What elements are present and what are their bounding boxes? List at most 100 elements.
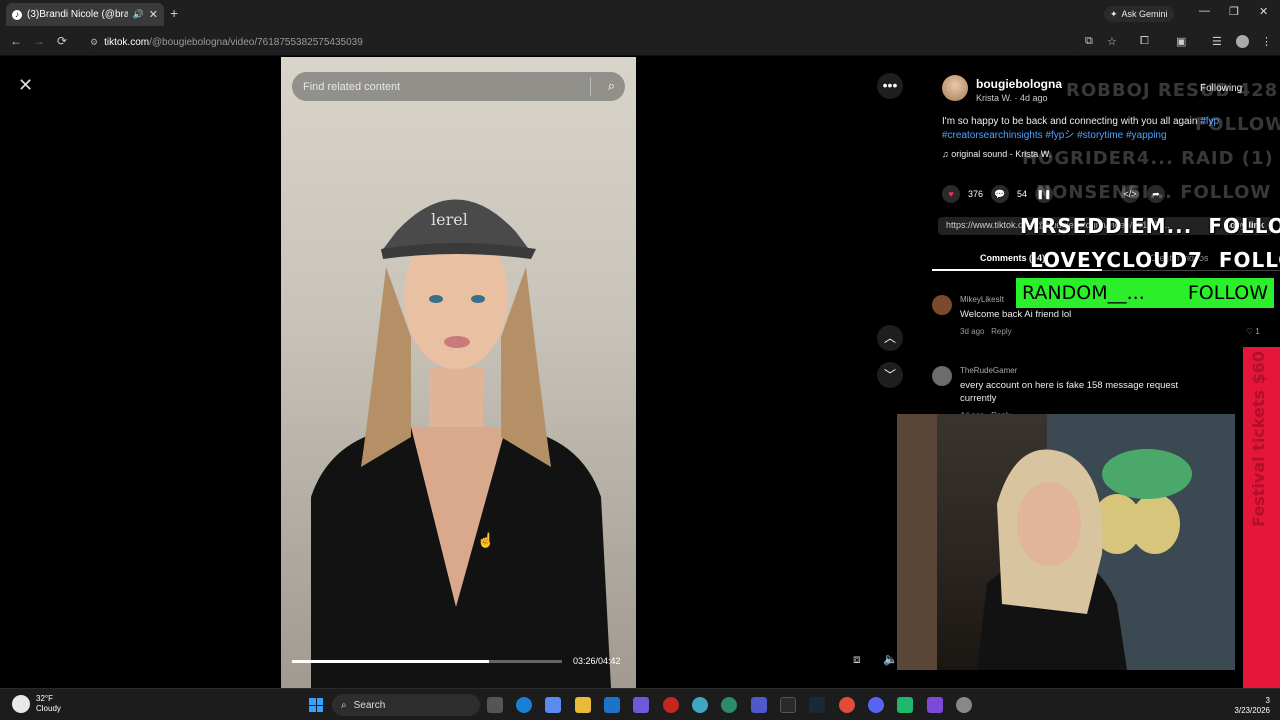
tiktok-icon: ♪ bbox=[12, 9, 22, 20]
video-frame: lerel bbox=[311, 199, 611, 688]
overlay-alert: FOLLOW bbox=[1195, 114, 1280, 135]
next-video-button[interactable]: ﹀ bbox=[877, 362, 903, 388]
overlay-alert: ROBBOJ RESUB 428 bbox=[1066, 80, 1279, 101]
address-bar[interactable]: ⚙ tiktok.com /@bougiebologna/video/76187… bbox=[82, 31, 1082, 53]
follow-alert-name: MRSEDDIEM... bbox=[1020, 214, 1193, 238]
app-icon[interactable] bbox=[692, 697, 708, 713]
app-icon[interactable] bbox=[927, 697, 943, 713]
commenter-name[interactable]: TheRudeGamer bbox=[960, 366, 1017, 375]
promo-text: Festival tickets $60 bbox=[1249, 351, 1268, 527]
commenter-avatar[interactable] bbox=[932, 366, 952, 386]
close-tab-icon[interactable]: ✕ bbox=[149, 8, 158, 21]
tab-strip: ♪ (3)Brandi Nicole (@brandi... 🔊 ✕ + ✦ A… bbox=[0, 0, 1280, 28]
webcam-overlay bbox=[897, 414, 1235, 670]
follow-alert-action: FOLLOW bbox=[1208, 214, 1280, 238]
task-view-icon[interactable] bbox=[487, 697, 503, 713]
related-search-input[interactable]: Find related content ⌕ bbox=[292, 72, 625, 101]
taskbar-clock[interactable]: 3 3/23/2026 bbox=[1230, 696, 1270, 716]
miniplayer-icon[interactable]: ⧈ bbox=[853, 652, 861, 667]
teams-icon[interactable] bbox=[751, 697, 767, 713]
temperature: 32°F bbox=[36, 694, 53, 703]
site-info-icon[interactable]: ⚙ bbox=[90, 37, 98, 48]
follow-alert-highlight: RANDOM__... FOLLOW bbox=[1016, 278, 1274, 308]
app-icon[interactable] bbox=[633, 697, 649, 713]
commenter-name[interactable]: MikeyLikesIt bbox=[960, 295, 1004, 304]
extensions-icon[interactable]: ⧠ bbox=[1140, 35, 1149, 48]
comment-text: every account on here is fake 158 messag… bbox=[960, 380, 1179, 404]
outlook-icon[interactable] bbox=[604, 697, 620, 713]
steam-icon[interactable] bbox=[809, 697, 825, 713]
chrome-icon[interactable] bbox=[839, 697, 855, 713]
close-video-icon[interactable]: ✕ bbox=[18, 75, 33, 96]
app-icon[interactable] bbox=[721, 697, 737, 713]
settings-icon[interactable] bbox=[956, 697, 972, 713]
comment-like-count: 1 bbox=[1255, 327, 1260, 336]
search-icon[interactable]: ⌕ bbox=[608, 78, 615, 94]
start-button[interactable] bbox=[309, 698, 323, 712]
weather-widget[interactable]: 32°F Cloudy bbox=[12, 694, 61, 714]
taskbar-search-label: Search bbox=[353, 699, 386, 711]
video-player[interactable]: lerel Find related content ⌕ 03:26/04:42… bbox=[281, 57, 636, 688]
follow-alert: MRSEDDIEM... FOLLOW bbox=[1020, 214, 1280, 238]
follow-alert: LOVEYCLOUD7 FOLLOW bbox=[1030, 248, 1280, 272]
like-icon[interactable]: ♥ bbox=[942, 185, 960, 203]
creator-username[interactable]: bougiebologna bbox=[976, 77, 1062, 91]
overlay-alert: HOGRIDER4... RAID (1) bbox=[1022, 148, 1274, 169]
divider bbox=[590, 77, 591, 96]
comment-icon[interactable]: 💬 bbox=[991, 185, 1010, 203]
comment-like[interactable]: ♡ 1 bbox=[1246, 327, 1260, 336]
menu-icon[interactable]: ⋮ bbox=[1261, 35, 1272, 48]
close-window-icon[interactable]: ✕ bbox=[1259, 5, 1268, 18]
app-icon[interactable] bbox=[897, 697, 913, 713]
copilot-icon[interactable] bbox=[545, 697, 561, 713]
video-progress-bar[interactable] bbox=[292, 660, 562, 663]
svg-text:lerel: lerel bbox=[431, 210, 468, 229]
promo-banner: Festival tickets $60 bbox=[1243, 347, 1280, 688]
follow-alert-action: FOLLOW bbox=[1218, 248, 1280, 272]
creator-subtitle: Krista W. · 4d ago bbox=[976, 93, 1048, 103]
gemini-icon: ✦ bbox=[1110, 8, 1118, 19]
speaker-icon[interactable]: 🔊 bbox=[133, 9, 144, 20]
creator-avatar[interactable] bbox=[942, 75, 968, 101]
new-tab-button[interactable]: + bbox=[170, 5, 178, 21]
sidepanel-icon[interactable]: ▣ bbox=[1176, 35, 1186, 48]
reload-icon[interactable]: ⟳ bbox=[57, 34, 67, 48]
url-host: tiktok.com bbox=[104, 36, 150, 48]
like-count: 376 bbox=[968, 189, 984, 199]
ask-gemini-label: Ask Gemini bbox=[1121, 9, 1168, 19]
comment-time: 3d ago bbox=[960, 327, 985, 336]
install-icon[interactable]: ⧉ bbox=[1085, 35, 1093, 48]
profile-avatar[interactable] bbox=[1236, 35, 1249, 48]
more-options-button[interactable]: ••• bbox=[877, 73, 903, 99]
hand-cursor-icon: ☝ bbox=[477, 532, 495, 548]
app-icon[interactable] bbox=[663, 697, 679, 713]
bookmark-star-icon[interactable]: ☆ bbox=[1107, 35, 1117, 48]
comment-meta: 3d ago Reply bbox=[960, 327, 1012, 336]
ask-gemini-button[interactable]: ✦ Ask Gemini bbox=[1104, 6, 1174, 22]
restore-icon[interactable]: ❐ bbox=[1229, 5, 1239, 18]
taskbar: 32°F Cloudy ⌕ Search 3 3/23/2026 bbox=[0, 688, 1280, 720]
forward-icon[interactable]: → bbox=[33, 34, 45, 48]
app-icon[interactable] bbox=[780, 697, 796, 713]
file-explorer-icon[interactable] bbox=[575, 697, 591, 713]
back-icon[interactable]: ← bbox=[10, 34, 22, 48]
follow-alert-name: RANDOM__... bbox=[1022, 282, 1145, 304]
reading-list-icon[interactable]: ☰ bbox=[1212, 35, 1222, 48]
commenter-avatar[interactable] bbox=[932, 295, 952, 315]
tab-title: (3)Brandi Nicole (@brandi... bbox=[27, 9, 128, 20]
previous-video-button[interactable]: ︿ bbox=[877, 325, 903, 351]
follow-alert-name: LOVEYCLOUD7 bbox=[1030, 248, 1203, 272]
address-toolbar: ← → ⟳ ⚙ tiktok.com /@bougiebologna/video… bbox=[0, 28, 1280, 56]
reply-button[interactable]: Reply bbox=[991, 327, 1011, 336]
follow-alert-action: FOLLOW bbox=[1187, 282, 1268, 304]
taskbar-search[interactable]: ⌕ Search bbox=[332, 694, 480, 716]
clock-time: 3 bbox=[1265, 696, 1270, 705]
discord-icon[interactable] bbox=[868, 697, 884, 713]
comment-item: TheRudeGamer every account on here is fa… bbox=[932, 366, 1280, 420]
clock-date: 3/23/2026 bbox=[1234, 706, 1270, 715]
weather-icon bbox=[12, 695, 30, 713]
edge-icon[interactable] bbox=[516, 697, 532, 713]
browser-tab[interactable]: ♪ (3)Brandi Nicole (@brandi... 🔊 ✕ bbox=[6, 3, 164, 26]
minimize-icon[interactable]: — bbox=[1199, 5, 1210, 17]
volume-icon[interactable]: 🔈 bbox=[883, 652, 898, 666]
